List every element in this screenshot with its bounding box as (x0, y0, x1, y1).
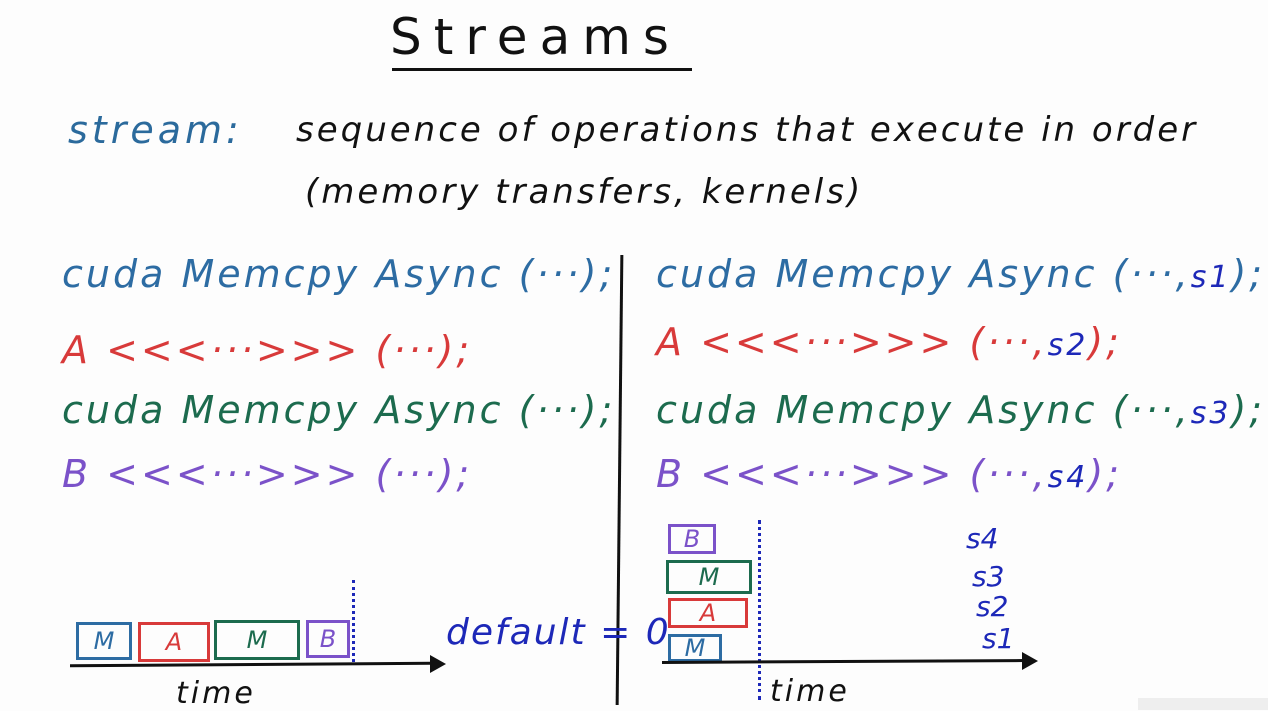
right-timeline-box-kernel-b: B (668, 524, 716, 554)
video-corner-overlay (1138, 698, 1268, 710)
left-timeline-box-memcpy-1: M (76, 622, 132, 660)
stream-id-s2: s2 (1047, 328, 1089, 363)
left-timeline-box-kernel-a: A (138, 622, 210, 662)
right-code-line-3-main: cuda Memcpy Async (···, (656, 388, 1191, 432)
right-code-line-3-end: ); (1231, 388, 1266, 432)
right-code-line-4-end: ); (1088, 452, 1123, 496)
lane-label-s1: s1 (982, 622, 1015, 655)
right-code-line-1: cuda Memcpy Async (···,s1); (656, 252, 1265, 296)
right-timeline-box-kernel-a: A (668, 598, 748, 628)
right-code-line-4: B <<<···>>> (···,s4); (656, 452, 1122, 496)
right-time-label: time (770, 674, 850, 709)
right-timeline-time-marker (758, 520, 761, 700)
left-code-line-4: B <<<···>>> (···); (62, 452, 473, 496)
right-code-line-2: A <<<···>>> (···,s2); (656, 320, 1122, 364)
right-code-line-1-main: cuda Memcpy Async (···, (656, 252, 1191, 296)
stream-id-s3: s3 (1190, 396, 1232, 431)
left-code-line-2: A <<<···>>> (···); (62, 328, 473, 372)
page-title: Streams (390, 8, 681, 66)
stream-id-s4: s4 (1047, 460, 1089, 495)
right-code-line-3: cuda Memcpy Async (···,s3); (656, 388, 1265, 432)
left-time-axis (69, 661, 433, 668)
right-timeline-box-memcpy-2: M (666, 560, 752, 594)
left-time-axis-arrow-icon (430, 655, 446, 673)
right-code-line-4-main: B <<<···>>> (···, (656, 452, 1048, 496)
lane-label-s3: s3 (972, 560, 1005, 593)
right-time-axis-arrow-icon (1022, 652, 1038, 670)
right-code-line-2-end: ); (1088, 320, 1122, 364)
right-code-line-1-end: ); (1231, 252, 1266, 296)
definition-subtext: (memory transfers, kernels) (305, 172, 864, 212)
lane-label-s2: s2 (976, 590, 1009, 623)
left-code-line-1: cuda Memcpy Async (···); (62, 252, 616, 296)
left-timeline-end-marker (352, 580, 355, 662)
left-time-label: time (176, 676, 256, 711)
left-code-line-3: cuda Memcpy Async (···); (62, 388, 616, 432)
definition-term: stream: (68, 108, 243, 152)
left-timeline-box-memcpy-2: M (214, 620, 300, 660)
right-timeline-box-memcpy-1: M (668, 634, 722, 662)
title-underline (392, 68, 692, 71)
left-timeline-box-kernel-b: B (306, 620, 350, 658)
right-time-axis (661, 659, 1025, 664)
stream-id-s1: s1 (1190, 260, 1232, 295)
right-code-line-2-main: A <<<···>>> (···, (656, 320, 1048, 364)
default-stream-label: default = 0 (446, 612, 671, 653)
lane-label-s4: s4 (966, 522, 999, 555)
definition-text: sequence of operations that execute in o… (296, 110, 1199, 150)
